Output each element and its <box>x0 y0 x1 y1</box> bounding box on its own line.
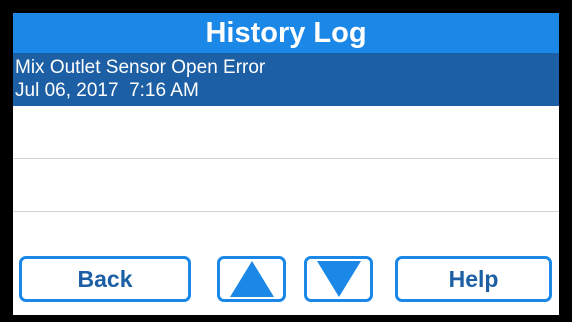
back-button[interactable]: Back <box>19 256 191 302</box>
touch-screen: History Log Mix Outlet Sensor Open Error… <box>13 13 559 315</box>
help-button[interactable]: Help <box>395 256 552 302</box>
log-entry-empty-3[interactable] <box>13 159 559 212</box>
scroll-down-button[interactable] <box>304 256 373 302</box>
page-title: History Log <box>13 13 559 53</box>
log-entry-event: Mix Outlet Sensor Open Error <box>15 57 266 78</box>
log-entry-empty-2[interactable] <box>13 106 559 159</box>
log-entry-1[interactable]: Mix Outlet Sensor Open Error Jul 06, 201… <box>13 53 559 106</box>
back-button-label: Back <box>77 266 133 292</box>
scroll-up-button[interactable] <box>217 256 286 302</box>
log-entry-empty-4[interactable] <box>13 212 559 252</box>
up-arrow-icon <box>229 261 274 297</box>
help-button-label: Help <box>448 266 499 292</box>
log-entry-timestamp: Jul 06, 2017 7:16 AM <box>15 80 199 101</box>
down-arrow-icon <box>316 261 361 297</box>
